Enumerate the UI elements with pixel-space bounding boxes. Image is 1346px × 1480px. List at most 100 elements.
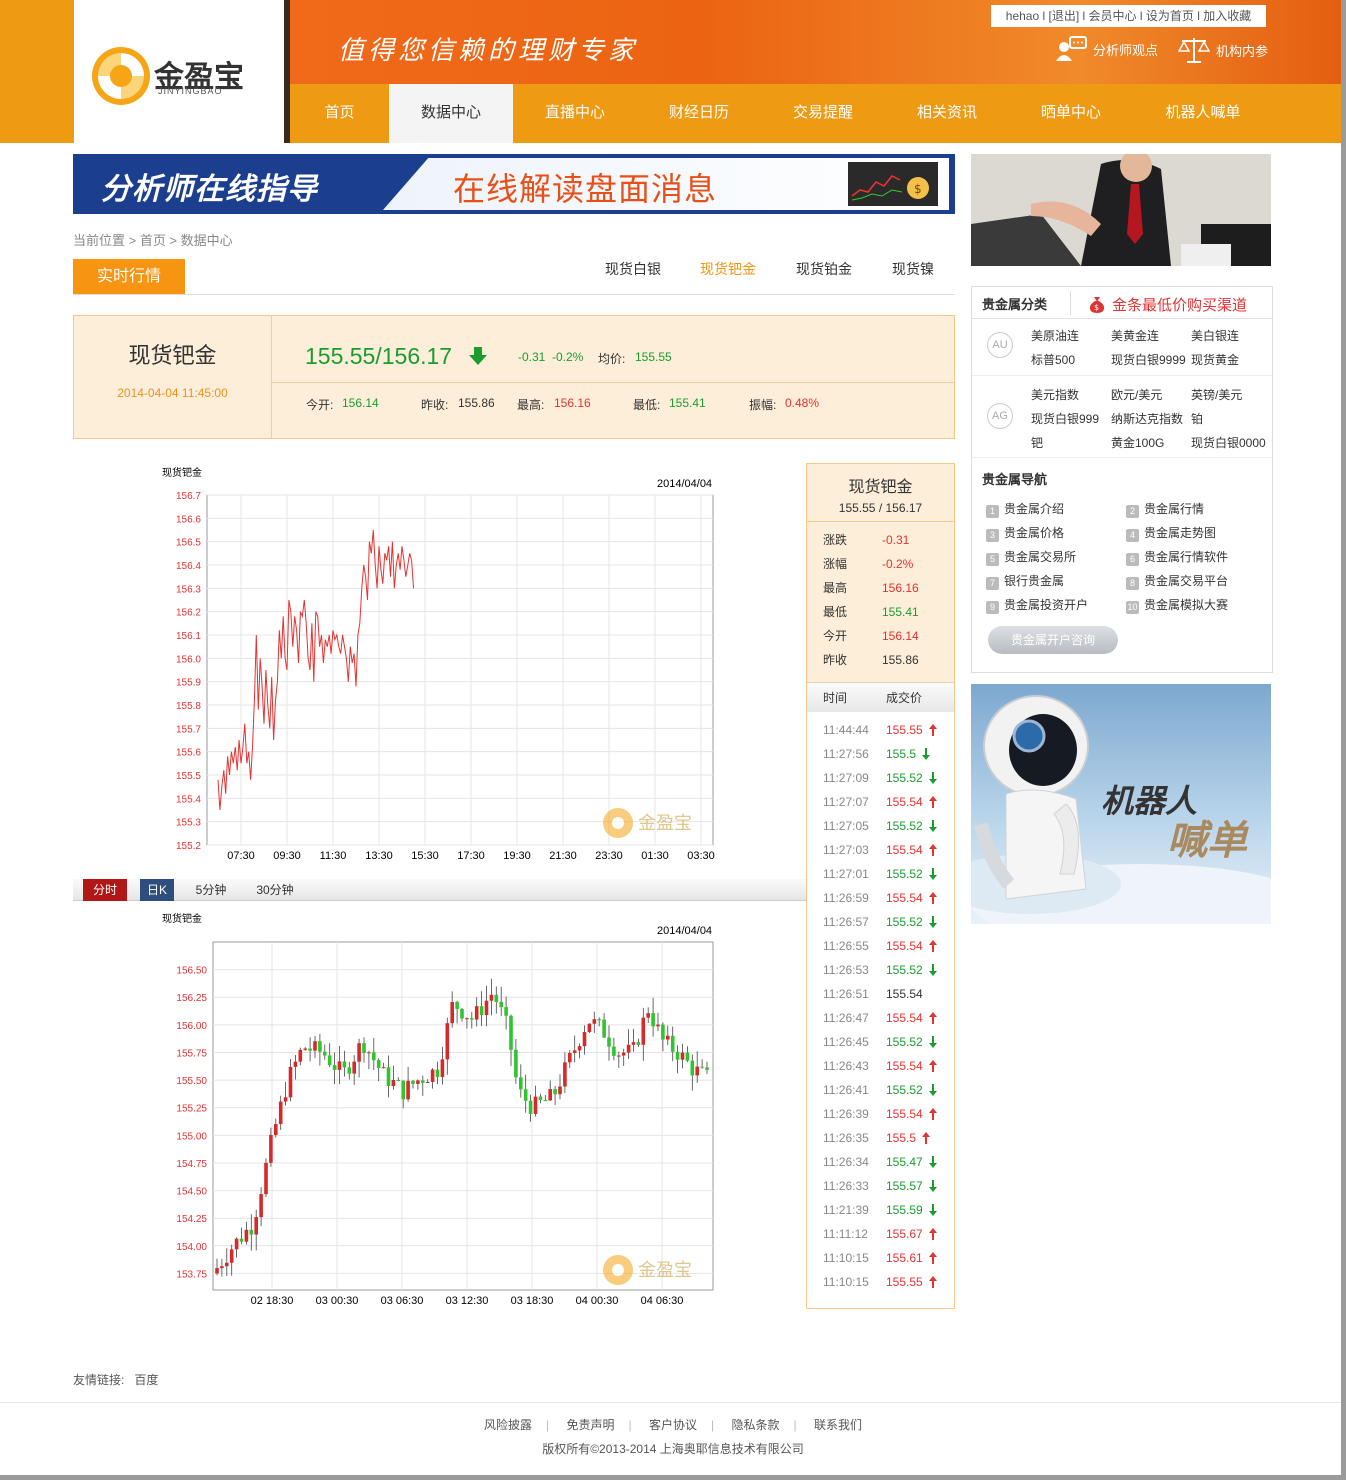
quote-avg: 155.55 xyxy=(635,350,672,364)
ticker-stat-row: 最高 156.16 xyxy=(807,576,954,600)
metal-nav-link[interactable]: 5 贵金属交易所 xyxy=(986,548,1076,566)
ag-link[interactable]: 现货白银999 xyxy=(1031,410,1099,427)
quote-open-label: 今开: xyxy=(306,398,334,412)
au-link[interactable]: 美黄金连 xyxy=(1111,327,1159,344)
candle-body xyxy=(440,1059,445,1078)
candle-body xyxy=(612,1046,616,1056)
candle-body xyxy=(494,994,499,1002)
au-link[interactable]: 现货白银9999 xyxy=(1111,351,1186,368)
nav-data-center[interactable]: 数据中心 xyxy=(389,84,513,143)
number-badge-icon: 1 xyxy=(986,505,999,518)
candle-body xyxy=(396,1080,401,1082)
business-meeting-photo[interactable] xyxy=(971,154,1271,266)
quote-datetime: 2014-04-04 11:45:00 xyxy=(117,386,228,400)
promo-banner[interactable]: 分析师在线指导 在线解读盘面消息 $ xyxy=(73,154,955,214)
robot-signal-banner[interactable]: 机器人 喊单 xyxy=(971,684,1271,924)
y-tick-label: 154.75 xyxy=(176,1159,207,1170)
tab-spot-nickel[interactable]: 现货镍 xyxy=(892,259,934,279)
ticker-row: 11:10:15 155.55 xyxy=(807,1270,954,1294)
nav-showcase[interactable]: 晒单中心 xyxy=(1009,84,1133,143)
ticker-stats: 涨跌 -0.31 涨幅 -0.2% 最高 156.16 最低 155.41 今开 156.14 昨收… xyxy=(807,522,954,682)
gold-bar-buy-link[interactable]: 金条最低价购买渠道 xyxy=(1112,294,1247,315)
metal-nav-link[interactable]: 10 贵金属模拟大赛 xyxy=(1126,596,1228,614)
logo[interactable]: 金盈宝 JINYINGBAO xyxy=(74,0,284,143)
add-favorite-link[interactable]: 加入收藏 xyxy=(1203,9,1251,23)
ticker-time: 11:26:35 xyxy=(823,1131,869,1145)
candle-body xyxy=(249,1229,254,1235)
x-tick-label: 02 18:30 xyxy=(251,1295,294,1307)
friend-link-baidu[interactable]: 百度 xyxy=(134,1373,158,1387)
ticker-time: 11:26:43 xyxy=(823,1059,869,1073)
logout-link[interactable]: [退出] xyxy=(1048,9,1079,23)
candle-body xyxy=(592,1019,597,1024)
tab-30min[interactable]: 30分钟 xyxy=(248,879,302,901)
analyst-view-link[interactable]: 分析师观点 xyxy=(1055,36,1158,62)
ag-link[interactable]: 现货白银0000 xyxy=(1191,434,1266,451)
metal-nav-link[interactable]: 2 贵金属行情 xyxy=(1126,500,1204,518)
y-tick-label: 155.00 xyxy=(176,1131,207,1142)
set-homepage-link[interactable]: 设为首页 xyxy=(1146,9,1194,23)
candle-body xyxy=(288,1066,293,1098)
metal-nav-link[interactable]: 7 银行贵金属 xyxy=(986,572,1064,590)
ticker-price-value: 155.52 xyxy=(886,1083,923,1097)
ag-link[interactable]: 黄金100G xyxy=(1111,434,1164,451)
intraday-chart[interactable]: 156.7 156.6 156.5 156.4 156.3 156.2 156.1 156.0… xyxy=(150,480,730,865)
au-link[interactable]: 美白银连 xyxy=(1191,327,1239,344)
candle-body xyxy=(499,1001,503,1008)
au-link[interactable]: 现货黄金 xyxy=(1191,351,1239,368)
account-consult-button[interactable]: 贵金属开户咨询 xyxy=(988,626,1118,654)
metal-nav-link-label: 银行贵金属 xyxy=(1004,574,1065,588)
metal-nav-link[interactable]: 9 贵金属投资开户 xyxy=(986,596,1088,614)
ticker-column-header: 时间 成交价 xyxy=(807,682,954,712)
ticker-row: 11:27:05 155.52 xyxy=(807,814,954,838)
ticker-time: 11:27:01 xyxy=(823,867,869,881)
quote-high: 156.16 xyxy=(554,396,591,410)
y-tick-label: 156.4 xyxy=(176,561,201,572)
metal-nav-link[interactable]: 4 贵金属走势图 xyxy=(1126,524,1216,542)
tab-5min[interactable]: 5分钟 xyxy=(187,879,235,901)
nav-robot-signal[interactable]: 机器人喊单 xyxy=(1133,84,1273,143)
tab-spot-silver[interactable]: 现货白银 xyxy=(605,259,661,279)
candle-body xyxy=(318,1041,322,1052)
candlestick-chart[interactable]: 156.50 156.25 156.00 155.75 155.50 155.25 155.… xyxy=(150,930,730,1315)
footer-link-risk[interactable]: 风险披露 xyxy=(484,1418,532,1432)
ticker-stat-label: 最高 xyxy=(823,581,848,595)
ag-link[interactable]: 纳斯达克指数 xyxy=(1111,410,1183,427)
col-price: 成交价 xyxy=(886,691,923,705)
tab-spot-palladium[interactable]: 现货钯金 xyxy=(700,259,756,279)
tab-intraday[interactable]: 分时 xyxy=(83,879,127,901)
candle-body xyxy=(582,1032,587,1047)
ag-link[interactable]: 英镑/美元 xyxy=(1191,386,1242,403)
metal-nav-link[interactable]: 8 贵金属交易平台 xyxy=(1126,572,1228,590)
breadcrumb: 当前位置 > 首页 > 数据中心 xyxy=(73,233,233,248)
x-tick-label: 03 12:30 xyxy=(446,1295,489,1307)
au-link[interactable]: 标普500 xyxy=(1031,351,1075,368)
ag-link[interactable]: 美元指数 xyxy=(1031,386,1079,403)
money-bag-icon: $ xyxy=(1089,297,1105,313)
nav-home[interactable]: 首页 xyxy=(290,84,389,143)
footer-link-privacy[interactable]: 隐私条款 xyxy=(731,1418,779,1432)
ticker-row: 11:26:39 155.54 xyxy=(807,1102,954,1126)
nav-related-news[interactable]: 相关资讯 xyxy=(885,84,1009,143)
ag-link[interactable]: 钯 xyxy=(1031,434,1043,451)
tab-realtime-quotes[interactable]: 实时行情 xyxy=(73,259,185,294)
member-center-link[interactable]: 会员中心 xyxy=(1089,9,1137,23)
metal-nav-link[interactable]: 3 贵金属价格 xyxy=(986,524,1064,542)
nav-trade-alert[interactable]: 交易提醒 xyxy=(761,84,885,143)
tab-spot-platinum[interactable]: 现货铂金 xyxy=(796,259,852,279)
nav-finance-calendar[interactable]: 财经日历 xyxy=(637,84,761,143)
tab-daily-k[interactable]: 日K xyxy=(140,879,174,901)
au-link[interactable]: 美原油连 xyxy=(1031,327,1079,344)
ag-link[interactable]: 欧元/美元 xyxy=(1111,386,1162,403)
footer-link-disclaimer[interactable]: 免责声明 xyxy=(567,1418,615,1432)
institution-ref-link[interactable]: 机构内参 xyxy=(1178,36,1268,64)
metal-nav-link[interactable]: 1 贵金属介绍 xyxy=(986,500,1064,518)
main-nav: 首页 数据中心 直播中心 财经日历 交易提醒 相关资讯 晒单中心 机器人喊单 xyxy=(290,84,1273,143)
footer-link-contact[interactable]: 联系我们 xyxy=(814,1418,862,1432)
candle-body xyxy=(523,1089,528,1101)
metal-nav-link[interactable]: 6 贵金属行情软件 xyxy=(1126,548,1228,566)
nav-live-center[interactable]: 直播中心 xyxy=(513,84,637,143)
ag-link[interactable]: 铂 xyxy=(1191,410,1203,427)
footer-link-agreement[interactable]: 客户协议 xyxy=(649,1418,697,1432)
username-link[interactable]: hehao xyxy=(1006,9,1039,23)
